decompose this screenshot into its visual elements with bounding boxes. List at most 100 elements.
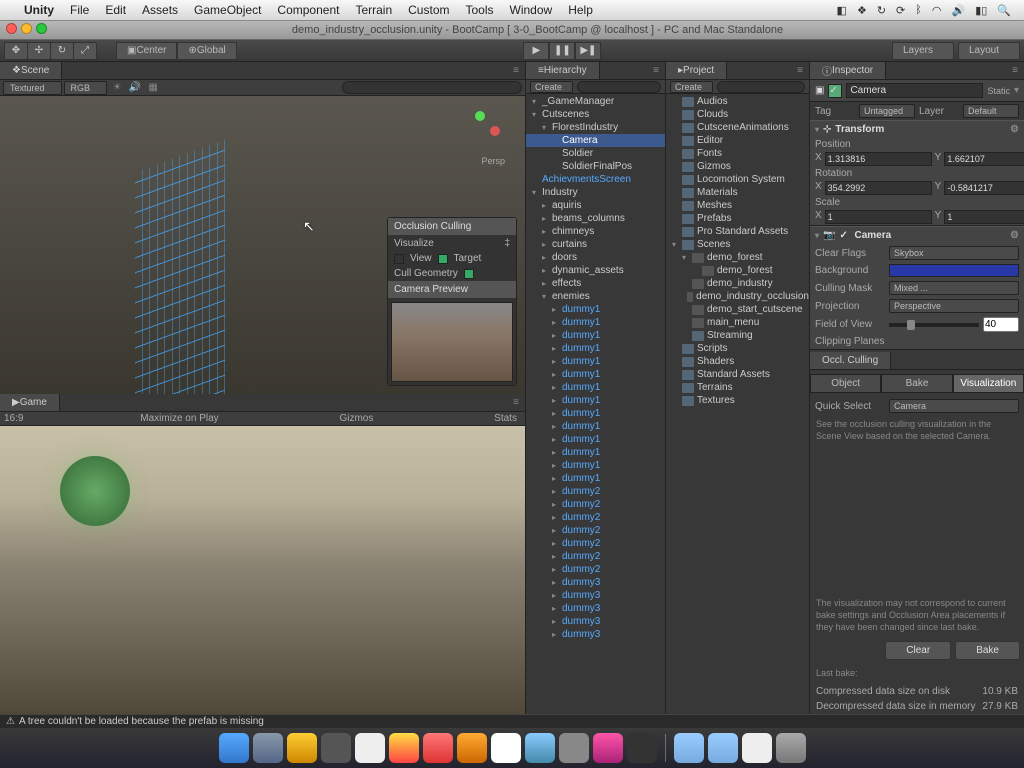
tree-item[interactable]: ▸dummy1 [526,316,665,329]
tree-item[interactable]: ▸dummy3 [526,615,665,628]
dock-app[interactable] [593,733,623,763]
tree-item[interactable]: ▸dummy2 [526,498,665,511]
bake-button[interactable]: Bake [955,641,1020,660]
spotlight-icon[interactable]: 🔍 [997,4,1011,17]
tab-menu-icon[interactable]: ≡ [507,397,525,408]
tree-item[interactable]: ▸dummy3 [526,628,665,641]
dock-folder[interactable] [674,733,704,763]
tree-item[interactable]: Gizmos [666,160,809,173]
battery-icon[interactable]: ▮▯ [975,4,987,17]
tree-item[interactable]: main_menu [666,316,809,329]
traffic-lights[interactable] [6,23,51,37]
tree-item[interactable]: Scripts [666,342,809,355]
tree-item[interactable]: ▸dummy2 [526,511,665,524]
dock-app[interactable] [559,733,589,763]
clear-button[interactable]: Clear [885,641,951,660]
tab-menu-icon[interactable]: ≡ [1006,65,1024,76]
quickselect-dropdown[interactable]: Camera [889,399,1019,413]
tag-dropdown[interactable]: Untagged [859,104,915,118]
pos-x[interactable] [825,152,932,166]
tree-item[interactable]: ▸dummy3 [526,589,665,602]
move-tool[interactable]: ✢ [27,42,51,60]
tree-item[interactable]: ▸dummy1 [526,342,665,355]
tree-item[interactable]: ▸dummy1 [526,381,665,394]
tree-item[interactable]: ▸dummy2 [526,550,665,563]
tree-item[interactable]: Audios [666,95,809,108]
stats-toggle[interactable]: Stats [490,413,521,424]
tree-item[interactable]: Standard Assets [666,368,809,381]
tree-item[interactable]: ▸effects [526,277,665,290]
pivot-center[interactable]: ▣ Center [116,42,177,60]
menu-window[interactable]: Window [502,3,561,17]
tree-item[interactable]: ▸beams_columns [526,212,665,225]
orientation-gizmo[interactable] [455,106,505,156]
dock-app[interactable] [355,733,385,763]
tab-menu-icon[interactable]: ≡ [507,65,525,76]
cullgeom-checkbox[interactable] [464,269,474,279]
tree-item[interactable]: ▸dummy2 [526,485,665,498]
status-icon[interactable]: ◧ [837,4,847,17]
tab-menu-icon[interactable]: ≡ [647,65,665,76]
tree-item[interactable]: demo_start_cutscene [666,303,809,316]
menu-terrain[interactable]: Terrain [347,3,400,17]
tree-item[interactable]: demo_industry_occlusion [666,290,809,303]
project-search[interactable] [717,81,805,93]
tree-item[interactable]: ▸dummy2 [526,524,665,537]
pause-button[interactable]: ❚❚ [549,42,575,60]
step-button[interactable]: ▶❚ [575,42,601,60]
tree-item[interactable]: Materials [666,186,809,199]
static-dropdown[interactable]: ▾ [1014,85,1019,96]
tree-item[interactable]: ▸dummy1 [526,355,665,368]
dock-app[interactable] [491,733,521,763]
dock-app[interactable] [423,733,453,763]
occl-bake-tab[interactable]: Bake [881,374,952,393]
pos-y[interactable] [944,152,1024,166]
status-icon[interactable]: ❖ [857,4,867,17]
clearflags-dropdown[interactable]: Skybox [889,246,1019,260]
gizmos-toggle[interactable]: Gizmos [335,413,377,424]
dock-app[interactable] [525,733,555,763]
dock-finder[interactable] [219,733,249,763]
object-name-input[interactable] [846,83,983,98]
menu-help[interactable]: Help [560,3,601,17]
menu-component[interactable]: Component [269,3,347,17]
active-checkbox[interactable]: ✓ [828,84,842,98]
projection-dropdown[interactable]: Perspective [889,299,1019,313]
dock-app[interactable] [742,733,772,763]
hierarchy-tab[interactable]: ≡ Hierarchy [526,62,600,79]
layout-dropdown[interactable]: Layout [958,42,1020,60]
layers-dropdown[interactable]: Layers [892,42,954,60]
audio-toggle[interactable]: 🔊 [127,81,143,95]
tree-item[interactable]: Clouds [666,108,809,121]
maximize-toggle[interactable]: Maximize on Play [136,413,222,424]
tree-item[interactable]: ▸dummy1 [526,446,665,459]
gear-icon[interactable]: ⚙ [1010,230,1019,241]
menu-app[interactable]: Unity [16,3,62,17]
rot-x[interactable] [825,181,932,195]
tree-item[interactable]: Terrains [666,381,809,394]
tree-item[interactable]: AchievmentsScreen [526,173,665,186]
status-icon[interactable]: ⟳ [896,4,905,17]
tree-item[interactable]: Meshes [666,199,809,212]
tree-item[interactable]: ▸dummy3 [526,576,665,589]
inspector-tab[interactable]: ⓘ Inspector [810,62,886,79]
status-icon[interactable]: ↻ [877,4,886,17]
dock-app[interactable] [457,733,487,763]
tree-item[interactable]: ▸aquiris [526,199,665,212]
tree-item[interactable]: Prefabs [666,212,809,225]
play-button[interactable]: ▶ [523,42,549,60]
tree-item[interactable]: ▸dummy3 [526,602,665,615]
dock-app[interactable] [321,733,351,763]
tree-item[interactable]: ▸dummy1 [526,329,665,342]
project-tree[interactable]: AudiosCloudsCutsceneAnimationsEditorFont… [666,94,809,714]
rot-y[interactable] [944,181,1024,195]
tree-item[interactable]: CutsceneAnimations [666,121,809,134]
view-checkbox[interactable] [394,254,404,264]
tree-item[interactable]: ▸dummy1 [526,407,665,420]
menu-tools[interactable]: Tools [457,3,501,17]
gear-icon[interactable]: ⚙ [1010,124,1019,135]
macos-dock[interactable] [0,728,1024,768]
tree-item[interactable]: SoldierFinalPos [526,160,665,173]
camera-enabled[interactable]: ✓ [839,230,850,241]
tab-menu-icon[interactable]: ≡ [791,65,809,76]
